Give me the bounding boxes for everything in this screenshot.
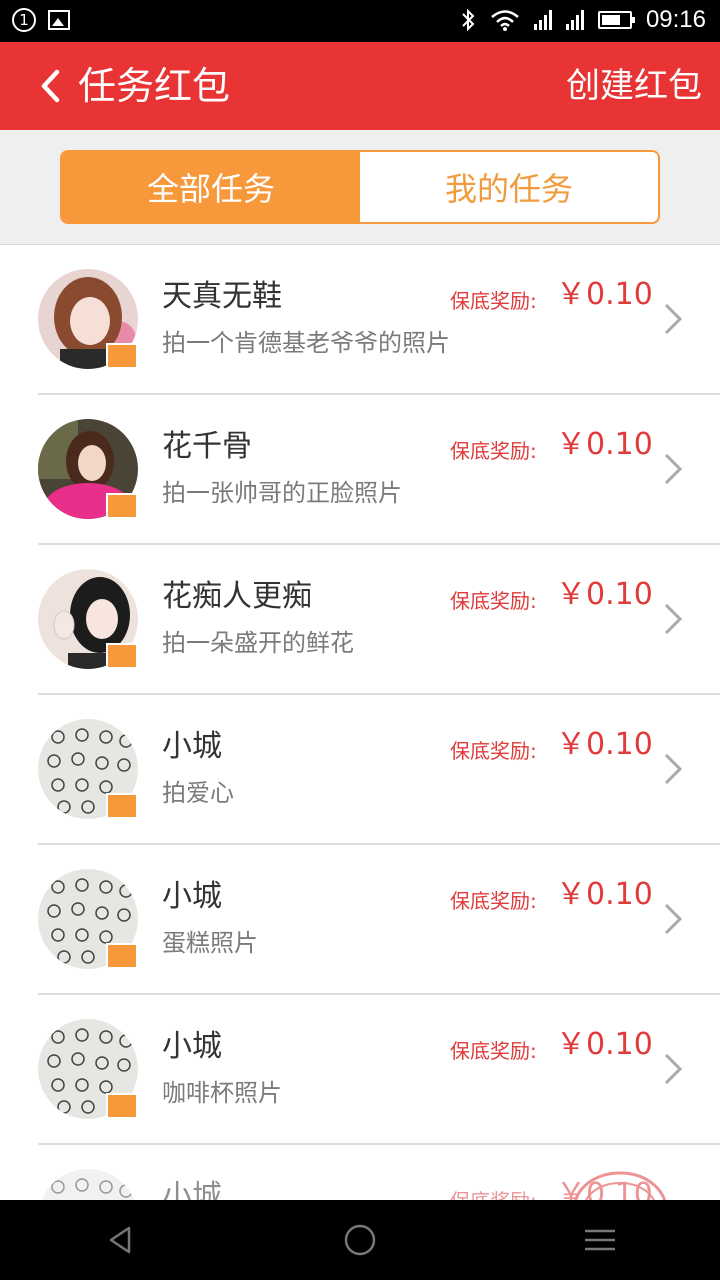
task-description: 拍一张帅哥的正脸照片: [162, 479, 402, 507]
reward-label: 保底奖励:: [450, 1187, 537, 1200]
avatar: [38, 1019, 138, 1119]
task-author-name: 小城: [162, 1029, 222, 1064]
image-badge-icon: [106, 1093, 138, 1119]
task-author-name: 天真无鞋: [162, 279, 282, 314]
task-row[interactable]: 小城 保底奖励: ￥0.10 蛋糕照片: [0, 845, 720, 995]
page-title: 任务红包: [78, 64, 231, 108]
reward-label: 保底奖励:: [450, 289, 537, 313]
avatar: [38, 269, 138, 369]
reward-label: 保底奖励:: [450, 589, 537, 613]
task-row[interactable]: 小城 保底奖励: ￥0.10 拍爱心: [0, 695, 720, 845]
battery-icon: [597, 11, 635, 29]
status-bar: 1 09:16: [0, 0, 720, 42]
reward-label: 保底奖励:: [450, 739, 537, 763]
notification-count-icon: 1: [12, 8, 36, 32]
task-author-name: 花千骨: [162, 429, 252, 464]
reward-amount: ￥0.10: [556, 427, 653, 462]
reward-label: 保底奖励:: [450, 889, 537, 913]
chevron-right-icon: [664, 753, 683, 785]
task-description: 拍一个肯德基老爷爷的照片: [162, 329, 450, 357]
chevron-right-icon: [664, 1053, 683, 1085]
nav-home-button[interactable]: [338, 1220, 382, 1260]
task-author-name: 小城: [162, 879, 222, 914]
signal-icon: [533, 10, 552, 30]
gallery-notification-icon: [48, 10, 70, 30]
tab-my-tasks[interactable]: 我的任务: [360, 152, 658, 222]
tab-bar-area: 全部任务 我的任务: [0, 130, 720, 245]
reward-label: 保底奖励:: [450, 1039, 537, 1063]
chevron-right-icon: [664, 303, 683, 335]
image-badge-icon: [106, 643, 138, 669]
reward-amount: ￥0.10: [556, 277, 653, 312]
task-description: 拍爱心: [162, 779, 234, 807]
wifi-icon: [491, 10, 519, 31]
chevron-left-icon: [41, 69, 60, 103]
chevron-right-icon: [664, 603, 683, 635]
reward-amount: ￥0.10: [556, 577, 653, 612]
segmented-tabs: 全部任务 我的任务: [60, 150, 660, 224]
task-author-name: 小城: [162, 1179, 222, 1200]
nav-back-button[interactable]: [98, 1220, 142, 1260]
tab-all-tasks[interactable]: 全部任务: [62, 152, 360, 222]
circle-home-icon: [344, 1224, 376, 1256]
task-row[interactable]: 花千骨 保底奖励: ￥0.10 拍一张帅哥的正脸照片: [0, 395, 720, 545]
create-red-packet-button[interactable]: 创建红包: [566, 64, 702, 108]
task-author-name: 小城: [162, 729, 222, 764]
image-badge-icon: [106, 493, 138, 519]
app-header: 任务红包 创建红包: [0, 42, 720, 130]
chevron-right-icon: [664, 903, 683, 935]
task-row[interactable]: 天真无鞋 保底奖励: ￥0.10 拍一个肯德基老爷爷的照片: [0, 245, 720, 395]
nav-menu-button[interactable]: [578, 1220, 622, 1260]
avatar: [38, 419, 138, 531]
avatar: [38, 719, 138, 819]
avatar: [38, 569, 138, 669]
task-description: 咖啡杯照片: [162, 1079, 282, 1107]
reward-amount: ￥0.10: [556, 1027, 653, 1062]
task-author-name: 花痴人更痴: [162, 579, 312, 614]
reward-amount: ￥0.10: [556, 877, 653, 912]
signal-2-icon: [565, 10, 584, 30]
avatar: [38, 1169, 138, 1200]
reward-amount: ￥0.10: [556, 727, 653, 762]
avatar: [38, 869, 138, 969]
reward-label: 保底奖励:: [450, 439, 537, 463]
task-description: 拍一朵盛开的鲜花: [162, 629, 354, 657]
completed-stamp-icon: [573, 1171, 667, 1200]
image-badge-icon: [106, 943, 138, 969]
task-list: 天真无鞋 保底奖励: ￥0.10 拍一个肯德基老爷爷的照片 花千骨 保底奖励: …: [0, 245, 720, 1200]
task-row[interactable]: 小城 保底奖励: ￥0.10: [0, 1145, 720, 1200]
triangle-back-icon: [109, 1226, 131, 1254]
bluetooth-icon: [462, 8, 475, 32]
chevron-right-icon: [664, 453, 683, 485]
menu-icon: [585, 1229, 615, 1251]
task-description: 蛋糕照片: [162, 929, 258, 957]
task-row[interactable]: 小城 保底奖励: ￥0.10 咖啡杯照片: [0, 995, 720, 1145]
status-time: 09:16: [645, 6, 706, 33]
back-button[interactable]: [30, 64, 70, 108]
task-row[interactable]: 花痴人更痴 保底奖励: ￥0.10 拍一朵盛开的鲜花: [0, 545, 720, 695]
image-badge-icon: [106, 343, 138, 369]
image-badge-icon: [106, 793, 138, 819]
system-nav-bar: [0, 1200, 720, 1280]
avatar-photo: [38, 1169, 138, 1200]
